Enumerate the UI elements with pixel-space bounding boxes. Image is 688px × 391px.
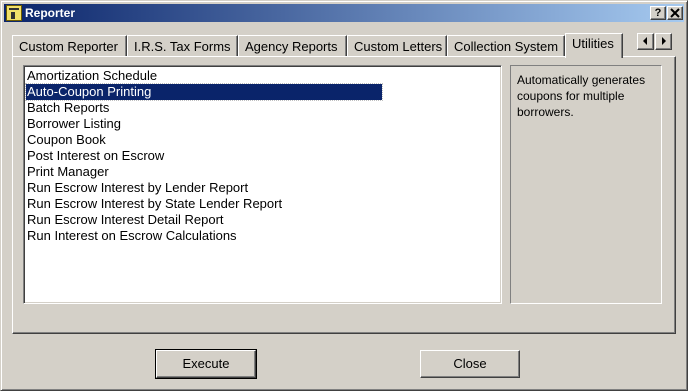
tab-label: Agency Reports: [245, 39, 338, 54]
tab-label: Custom Reporter: [19, 39, 118, 54]
close-icon: [670, 8, 680, 18]
tab-custom-letters[interactable]: Custom Letters: [347, 35, 447, 56]
list-item[interactable]: Borrower Listing: [26, 116, 382, 132]
list-item[interactable]: Run Interest on Escrow Calculations: [26, 228, 382, 244]
tab-label: Utilities: [572, 36, 614, 51]
tab-strip: Custom Reporter I.R.S. Tax Forms Agency …: [12, 33, 672, 58]
window-title: Reporter: [25, 6, 76, 20]
list-item-selected[interactable]: Auto-Coupon Printing: [25, 83, 383, 101]
tab-label: Custom Letters: [354, 39, 443, 54]
reporter-app-icon: [6, 5, 22, 21]
tab-agency-reports[interactable]: Agency Reports: [238, 35, 347, 56]
tab-collection-system[interactable]: Collection System: [447, 35, 565, 56]
list-item[interactable]: Post Interest on Escrow: [26, 148, 382, 164]
list-item[interactable]: Amortization Schedule: [26, 68, 382, 84]
help-button[interactable]: ?: [650, 6, 666, 20]
list-item[interactable]: Coupon Book: [26, 132, 382, 148]
list-item[interactable]: Run Escrow Interest by Lender Report: [26, 180, 382, 196]
utilities-tab-panel: Amortization Schedule Auto-Coupon Printi…: [12, 56, 676, 334]
tab-irs-tax-forms[interactable]: I.R.S. Tax Forms: [127, 35, 238, 56]
list-item[interactable]: Print Manager: [26, 164, 382, 180]
close-window-button[interactable]: [667, 6, 683, 20]
tab-scroll-left-button[interactable]: [637, 33, 654, 50]
list-item[interactable]: Run Escrow Interest by State Lender Repo…: [26, 196, 382, 212]
arrow-left-icon: [643, 37, 647, 45]
tab-utilities[interactable]: Utilities: [565, 33, 623, 58]
tab-label: I.R.S. Tax Forms: [134, 39, 231, 54]
arrow-right-icon: [662, 37, 666, 45]
tab-label: Collection System: [454, 39, 559, 54]
title-bar[interactable]: Reporter ?: [4, 4, 684, 22]
close-button[interactable]: Close: [420, 350, 520, 378]
tab-scroll-right-button[interactable]: [655, 33, 672, 50]
list-item[interactable]: Batch Reports: [26, 100, 382, 116]
description-panel: Automatically generates coupons for mult…: [510, 65, 662, 304]
description-text: Automatically generates coupons for mult…: [517, 73, 646, 119]
execute-button[interactable]: Execute: [155, 349, 257, 379]
reporter-window: Reporter ? Custom Reporter I.R.S. Tax Fo…: [0, 0, 688, 391]
list-item[interactable]: Run Escrow Interest Detail Report: [26, 212, 382, 228]
utilities-listbox[interactable]: Amortization Schedule Auto-Coupon Printi…: [23, 65, 502, 304]
tab-custom-reporter[interactable]: Custom Reporter: [12, 35, 127, 56]
